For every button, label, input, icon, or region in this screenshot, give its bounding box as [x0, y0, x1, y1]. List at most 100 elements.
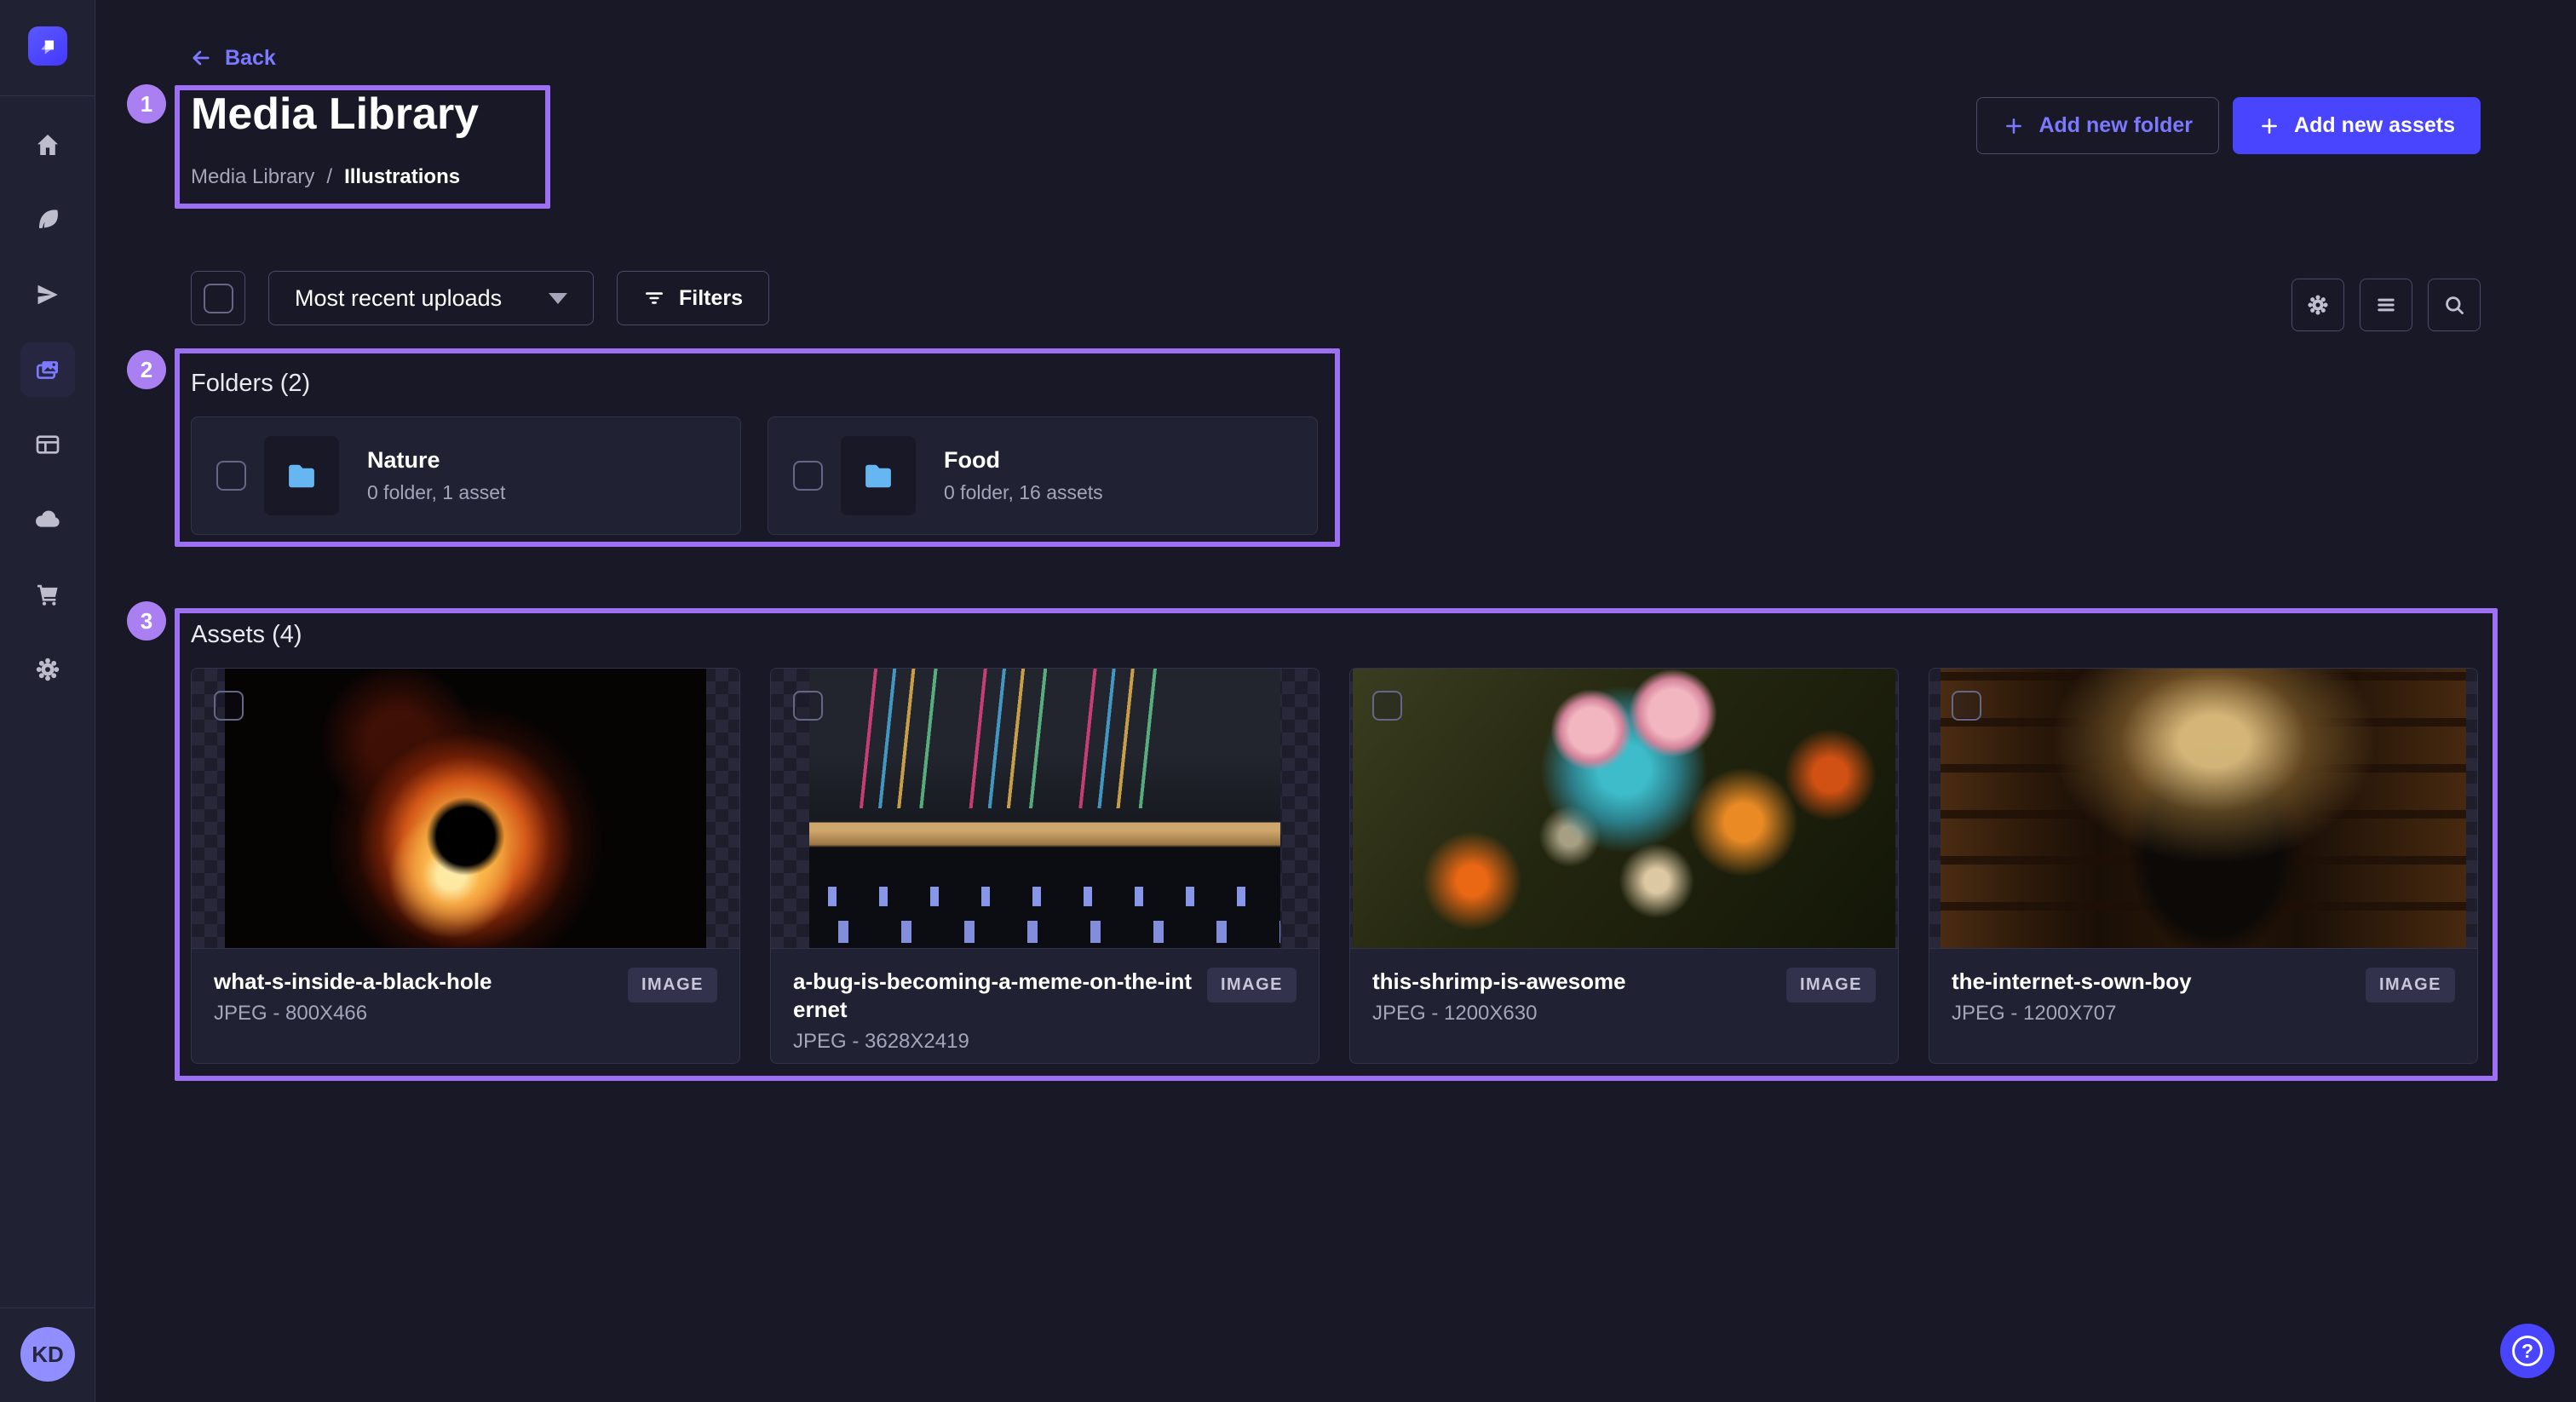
avatar[interactable]: KD [20, 1327, 75, 1382]
asset-title: a-bug-is-becoming-a-meme-on-the-internet [793, 968, 1193, 1024]
folder-checkbox[interactable] [793, 461, 823, 491]
paper-plane-icon [34, 281, 61, 308]
folder-texts: Food 0 folder, 16 assets [944, 447, 1103, 504]
sidebar: KD [0, 0, 95, 1402]
asset-image-mantis-shrimp [1353, 669, 1895, 948]
media-settings-button[interactable] [2291, 279, 2344, 331]
asset-footer: what-s-inside-a-black-hole JPEG - 800X46… [192, 948, 739, 1063]
list-icon [2374, 293, 2398, 317]
folders-heading: Folders (2) [191, 369, 1318, 398]
help-button[interactable]: ? [2500, 1324, 2555, 1378]
strapi-logo-mark [37, 35, 59, 57]
asset-title: this-shrimp-is-awesome [1372, 968, 1773, 996]
folder-icon [284, 458, 319, 494]
asset-meta: JPEG - 1200X630 [1372, 1002, 1773, 1026]
sidebar-item-deploy[interactable] [20, 492, 75, 547]
asset-type-badge: IMAGE [1786, 968, 1876, 1003]
folder-texts: Nature 0 folder, 1 asset [367, 447, 505, 504]
back-label: Back [225, 46, 276, 71]
add-new-folder-button[interactable]: Add new folder [1976, 97, 2219, 154]
folder-meta: 0 folder, 1 asset [367, 481, 505, 504]
folder-thumb [264, 436, 339, 515]
asset-card[interactable]: what-s-inside-a-black-hole JPEG - 800X46… [191, 668, 740, 1064]
sidebar-item-content[interactable] [20, 192, 75, 247]
asset-checkbox[interactable] [214, 691, 244, 721]
asset-titles: the-internet-s-own-boy JPEG - 1200X707 [1952, 968, 2352, 1026]
annotation-badge-3: 3 [127, 601, 166, 641]
asset-type-badge: IMAGE [628, 968, 717, 1003]
asset-type-badge: IMAGE [1207, 968, 1297, 1003]
view-controls [2291, 279, 2481, 331]
folder-meta: 0 folder, 16 assets [944, 481, 1103, 504]
search-icon [2442, 293, 2466, 317]
asset-media [771, 669, 1319, 948]
asset-checkbox[interactable] [1372, 691, 1402, 721]
asset-meta: JPEG - 800X466 [214, 1002, 614, 1026]
sidebar-item-content-type-builder[interactable] [20, 417, 75, 472]
sidebar-nav [20, 118, 75, 697]
sidebar-item-home[interactable] [20, 118, 75, 172]
select-all-checkbox[interactable] [204, 284, 233, 313]
folders-section: Folders (2) Nature 0 folder, 1 asset Foo… [191, 369, 1318, 535]
media-library-icon [34, 356, 61, 383]
strapi-logo[interactable] [28, 26, 67, 66]
asset-checkbox[interactable] [793, 691, 823, 721]
asset-grid: what-s-inside-a-black-hole JPEG - 800X46… [191, 668, 2478, 1064]
breadcrumb-parent[interactable]: Media Library [191, 165, 314, 189]
asset-card[interactable]: a-bug-is-becoming-a-meme-on-the-internet… [770, 668, 1320, 1064]
sidebar-item-marketplace[interactable] [20, 567, 75, 622]
assets-heading: Assets (4) [191, 620, 2478, 649]
add-new-assets-button[interactable]: Add new assets [2233, 97, 2481, 154]
gear-icon [2306, 293, 2330, 317]
asset-titles: a-bug-is-becoming-a-meme-on-the-internet… [793, 968, 1193, 1054]
asset-card[interactable]: the-internet-s-own-boy JPEG - 1200X707 I… [1929, 668, 2478, 1064]
sidebar-divider-bottom [0, 1307, 95, 1308]
asset-title: the-internet-s-own-boy [1952, 968, 2352, 996]
add-new-folder-label: Add new folder [2038, 113, 2193, 138]
select-all-checkbox-container[interactable] [191, 271, 245, 325]
asset-titles: this-shrimp-is-awesome JPEG - 1200X630 [1372, 968, 1773, 1026]
folder-checkbox[interactable] [216, 461, 246, 491]
folder-card-nature[interactable]: Nature 0 folder, 1 asset [191, 417, 741, 535]
breadcrumb-current: Illustrations [344, 165, 460, 189]
asset-meta: JPEG - 1200X707 [1952, 1002, 2352, 1026]
assets-section: Assets (4) what-s-inside-a-black-hole JP… [191, 620, 2478, 1064]
annotation-badge-2: 2 [127, 350, 166, 389]
home-icon [34, 131, 61, 158]
asset-meta: JPEG - 3628X2419 [793, 1030, 1193, 1054]
asset-title: what-s-inside-a-black-hole [214, 968, 614, 996]
asset-image-library-portrait [1941, 669, 2466, 948]
sort-select[interactable]: Most recent uploads [268, 271, 594, 325]
arrow-left-icon [189, 46, 213, 70]
list-view-button[interactable] [2360, 279, 2412, 331]
folder-row: Nature 0 folder, 1 asset Food 0 folder, … [191, 417, 1318, 535]
back-link[interactable]: Back [189, 44, 276, 72]
folder-card-food[interactable]: Food 0 folder, 16 assets [768, 417, 1318, 535]
filters-label: Filters [679, 286, 743, 311]
sidebar-divider [0, 95, 95, 96]
asset-image-black-hole [225, 669, 707, 948]
feather-icon [34, 206, 61, 233]
sidebar-item-settings[interactable] [20, 642, 75, 697]
sort-select-value: Most recent uploads [295, 285, 502, 312]
asset-footer: this-shrimp-is-awesome JPEG - 1200X630 I… [1350, 948, 1898, 1063]
toolbar: Most recent uploads Filters [191, 271, 769, 325]
search-button[interactable] [2428, 279, 2481, 331]
header-actions: Add new folder Add new assets [1976, 97, 2481, 154]
asset-checkbox[interactable] [1952, 691, 1981, 721]
plus-icon [2003, 115, 2025, 137]
folder-icon [860, 458, 896, 494]
filters-button[interactable]: Filters [617, 271, 769, 325]
folder-name[interactable]: Food [944, 447, 1103, 474]
asset-titles: what-s-inside-a-black-hole JPEG - 800X46… [214, 968, 614, 1026]
sidebar-item-releases[interactable] [20, 267, 75, 322]
add-new-assets-label: Add new assets [2294, 113, 2455, 138]
breadcrumb: Media Library / Illustrations [191, 165, 479, 189]
folder-name[interactable]: Nature [367, 447, 505, 474]
sidebar-item-media-library[interactable] [20, 342, 75, 397]
asset-media [1350, 669, 1898, 948]
plus-icon [2258, 115, 2280, 137]
annotation-badge-1: 1 [127, 84, 166, 124]
asset-footer: the-internet-s-own-boy JPEG - 1200X707 I… [1929, 948, 2477, 1063]
asset-card[interactable]: this-shrimp-is-awesome JPEG - 1200X630 I… [1349, 668, 1899, 1064]
